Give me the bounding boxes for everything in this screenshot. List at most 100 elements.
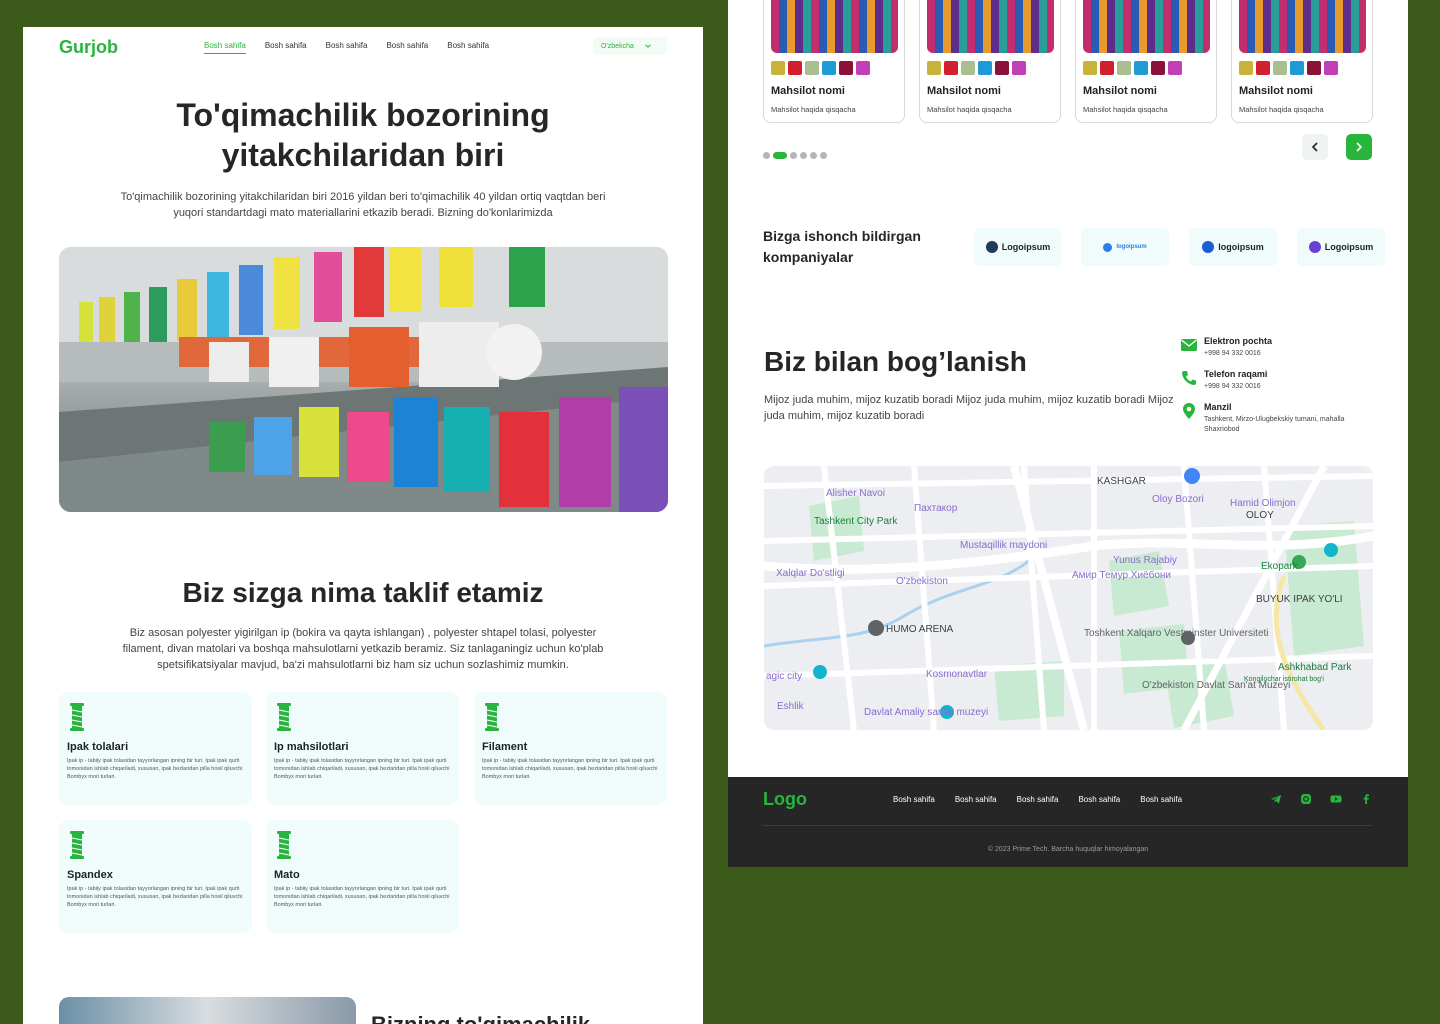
map-pin-icon[interactable] xyxy=(813,665,827,679)
map-label: Ekopark xyxy=(1261,561,1299,572)
pagination-dot-active[interactable] xyxy=(773,152,787,159)
map-label: OLOY xyxy=(1246,510,1274,521)
partner-logo[interactable]: logoipsum xyxy=(1081,228,1169,266)
product-desc: Mahsilot haqida qisqacha xyxy=(1083,105,1168,114)
map-label: Yunus Rajabiy xyxy=(1113,555,1177,566)
color-swatch[interactable] xyxy=(771,61,785,75)
brand-logo[interactable]: Gurjob xyxy=(59,37,118,58)
thread-spool-icon xyxy=(277,703,291,731)
instagram-icon[interactable] xyxy=(1300,793,1312,805)
color-swatch[interactable] xyxy=(1012,61,1026,75)
pagination-dot[interactable] xyxy=(820,152,827,159)
trusted-companies-title: Bizga ishonch bildirgan kompaniyalar xyxy=(763,228,921,265)
color-swatch[interactable] xyxy=(1083,61,1097,75)
product-name: Mahsilot nomi xyxy=(1083,85,1157,97)
telegram-icon[interactable] xyxy=(1270,793,1282,805)
offer-card[interactable]: Ipak tolalari Ipak ip - tabiiy ipak tola… xyxy=(59,692,252,805)
footer-link[interactable]: Bosh sahifa xyxy=(893,795,935,804)
map-pin-icon[interactable] xyxy=(1324,543,1338,557)
offer-card-desc: Ipak ip - tabiiy ipak tolasidan tayyorla… xyxy=(482,758,658,780)
footer-logo[interactable]: Logo xyxy=(763,789,807,810)
phone-icon xyxy=(1182,371,1196,385)
map-label: Пахтакор xyxy=(914,503,958,514)
footer: Logo Bosh sahifa Bosh sahifa Bosh sahifa… xyxy=(728,777,1408,867)
nav-link[interactable]: Bosh sahifa xyxy=(326,41,368,54)
product-name: Mahsilot nomi xyxy=(771,85,845,97)
color-swatch[interactable] xyxy=(805,61,819,75)
hero-title-line: yitakchilaridan biri xyxy=(221,137,505,173)
partner-logo[interactable]: Logoipsum xyxy=(1297,228,1385,266)
product-card[interactable]: Mahsilot nomi Mahsilot haqida qisqacha xyxy=(763,0,905,123)
color-swatch[interactable] xyxy=(788,61,802,75)
offer-card[interactable]: Spandex Ipak ip - tabiiy ipak tolasidan … xyxy=(59,820,252,933)
map-label: agic city xyxy=(766,671,802,682)
nav-link[interactable]: Bosh sahifa xyxy=(386,41,428,54)
nav-link[interactable]: Bosh sahifa xyxy=(265,41,307,54)
pagination-dot[interactable] xyxy=(790,152,797,159)
footer-link[interactable]: Bosh sahifa xyxy=(955,795,997,804)
offer-card-desc: Ipak ip - tabiiy ipak tolasidan tayyorla… xyxy=(67,886,243,908)
copyright: © 2023 Prime Tech. Barcha huquqlar himoy… xyxy=(987,846,1149,853)
color-swatch[interactable] xyxy=(927,61,941,75)
color-swatch[interactable] xyxy=(1290,61,1304,75)
color-swatch[interactable] xyxy=(1273,61,1287,75)
footer-link[interactable]: Bosh sahifa xyxy=(1078,795,1120,804)
footer-link[interactable]: Bosh sahifa xyxy=(1140,795,1182,804)
offer-card-desc: Ipak ip - tabiiy ipak tolasidan tayyorla… xyxy=(67,758,243,780)
color-swatch[interactable] xyxy=(961,61,975,75)
color-swatch[interactable] xyxy=(822,61,836,75)
color-swatch[interactable] xyxy=(1117,61,1131,75)
partner-logo[interactable]: Logoipsum xyxy=(974,228,1062,266)
color-swatch[interactable] xyxy=(1100,61,1114,75)
color-swatch[interactable] xyxy=(978,61,992,75)
map-pin-icon[interactable] xyxy=(868,620,884,636)
pagination-dot[interactable] xyxy=(810,152,817,159)
map-label: Toshkent Xalqaro Vestminster Universitet… xyxy=(1084,628,1269,639)
color-swatch[interactable] xyxy=(1168,61,1182,75)
color-swatch[interactable] xyxy=(1307,61,1321,75)
color-swatch[interactable] xyxy=(1134,61,1148,75)
map-label: Ashkhabad Park xyxy=(1278,662,1352,673)
location-map[interactable]: KASHGAR Oloy Bozori Hamid Olimjon OLOY A… xyxy=(764,466,1373,730)
offer-card-title: Filament xyxy=(482,741,528,753)
color-swatch[interactable] xyxy=(839,61,853,75)
carousel-next-button[interactable] xyxy=(1346,134,1372,160)
color-swatch[interactable] xyxy=(1324,61,1338,75)
color-swatch[interactable] xyxy=(856,61,870,75)
product-name: Mahsilot nomi xyxy=(927,85,1001,97)
product-card[interactable]: Mahsilot nomi Mahsilot haqida qisqacha xyxy=(919,0,1061,123)
offer-card[interactable]: Ip mahsilotlari Ipak ip - tabiiy ipak to… xyxy=(266,692,459,805)
chevron-right-icon xyxy=(1356,142,1363,152)
pagination-dot[interactable] xyxy=(800,152,807,159)
partner-logo-text: Logoipsum xyxy=(1324,242,1374,252)
carousel-prev-button[interactable] xyxy=(1302,134,1328,160)
facebook-icon[interactable] xyxy=(1360,793,1372,805)
nav-link[interactable]: Bosh sahifa xyxy=(447,41,489,54)
color-swatches xyxy=(927,61,1026,75)
partner-logo[interactable]: logoipsum xyxy=(1189,228,1277,266)
offer-card[interactable]: Mato Ipak ip - tabiiy ipak tolasidan tay… xyxy=(266,820,459,933)
nav-links: Bosh sahifa Bosh sahifa Bosh sahifa Bosh… xyxy=(204,41,489,54)
language-select[interactable]: O'zbekcha xyxy=(593,37,667,55)
pagination-dot[interactable] xyxy=(763,152,770,159)
thread-spool-icon xyxy=(485,703,499,731)
nav-link-home[interactable]: Bosh sahifa xyxy=(204,41,246,54)
youtube-icon[interactable] xyxy=(1330,793,1342,805)
map-canvas[interactable]: KASHGAR Oloy Bozori Hamid Olimjon OLOY A… xyxy=(764,466,1373,730)
color-swatch[interactable] xyxy=(944,61,958,75)
color-swatch[interactable] xyxy=(995,61,1009,75)
footer-link[interactable]: Bosh sahifa xyxy=(1017,795,1059,804)
social-links xyxy=(1270,793,1372,805)
offer-card-title: Ip mahsilotlari xyxy=(274,741,349,753)
product-card[interactable]: Mahsilot nomi Mahsilot haqida qisqacha xyxy=(1075,0,1217,123)
color-swatch[interactable] xyxy=(1239,61,1253,75)
map-pin-icon[interactable] xyxy=(1184,468,1200,484)
map-label: Eshlik xyxy=(777,701,805,712)
map-label: Tashkent City Park xyxy=(814,516,898,527)
color-swatch[interactable] xyxy=(1256,61,1270,75)
offer-card[interactable]: Filament Ipak ip - tabiiy ipak tolasidan… xyxy=(474,692,667,805)
product-card[interactable]: Mahsilot nomi Mahsilot haqida qisqacha xyxy=(1231,0,1373,123)
offer-card-desc: Ipak ip - tabiiy ipak tolasidan tayyorla… xyxy=(274,886,450,908)
color-swatch[interactable] xyxy=(1151,61,1165,75)
map-label: Kosmonavtlar xyxy=(926,669,988,680)
